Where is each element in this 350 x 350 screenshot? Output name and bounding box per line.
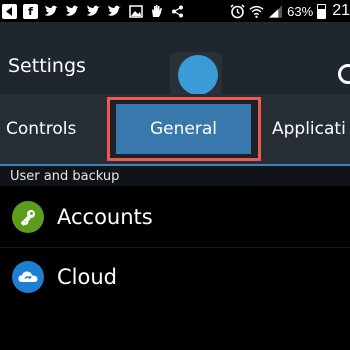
clock-time: 21 [332,2,350,19]
battery-percent: 63% [287,3,314,19]
signal-icon [268,4,283,19]
share-icon [170,4,185,19]
android-settings-screen: f 63% 21 Settings Controls Applicati Gen… [0,0,350,350]
twitter-icon [86,4,101,19]
assistive-touch-button[interactable] [178,55,218,95]
section-header: User and backup [0,164,350,186]
page-title: Settings [8,55,86,77]
alarm-icon [230,3,245,19]
wifi-icon [249,4,264,19]
back-arrow-icon [2,3,17,19]
battery-level [318,9,326,18]
twitter-icon [107,4,122,19]
hand-icon [149,4,164,19]
twitter-icon [44,4,59,19]
notification-icons: f [0,3,185,19]
tab-general[interactable]: General [116,104,251,154]
list-item-label: Cloud [57,265,117,289]
list-item-label: Accounts [57,205,153,229]
tab-controls[interactable]: Controls [6,94,76,164]
list-item-accounts[interactable]: Accounts [0,187,350,247]
twitter-icon [65,4,80,19]
system-status: 63% 21 [230,0,350,22]
status-bar: f 63% 21 [0,0,350,22]
section-label: User and backup [10,169,120,184]
cloud-icon [12,261,44,293]
key-icon [12,201,44,233]
facebook-icon: f [23,3,38,19]
battery-icon [317,3,327,19]
tab-applications[interactable]: Applicati [272,94,346,164]
list-item-cloud[interactable]: Cloud [0,247,350,307]
image-icon [128,4,143,19]
